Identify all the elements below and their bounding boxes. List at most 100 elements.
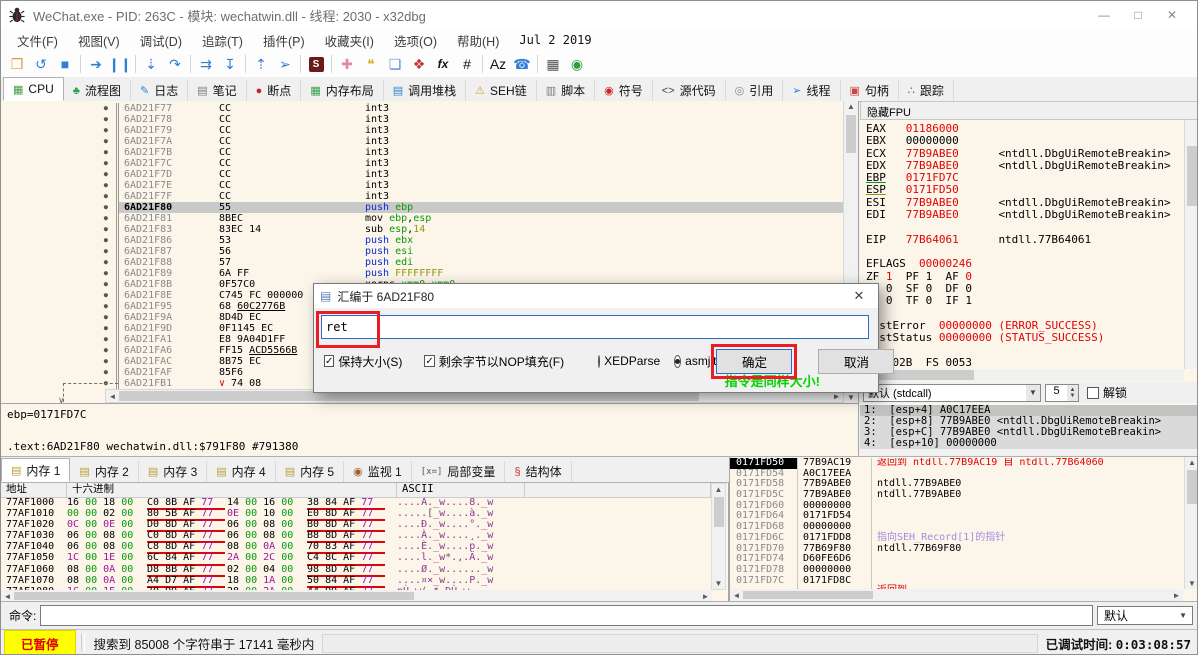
keep-size-checkbox[interactable]: ✓ [324, 355, 334, 367]
disasm-row[interactable]: ●6AD21F818BECmov ebp,esp [1, 213, 843, 224]
breakpoint-dot[interactable]: ● [104, 357, 108, 365]
breakpoint-dot[interactable]: ● [104, 335, 108, 343]
restart-icon[interactable]: ↺ [29, 53, 53, 75]
argument-row[interactable]: 4: [esp+10] 00000000 [860, 438, 1198, 449]
breakpoint-dot[interactable]: ● [104, 181, 108, 189]
tab-breakpoints[interactable]: ●断点 [247, 80, 302, 101]
minimize-button[interactable]: — [1087, 8, 1121, 22]
column-header-address[interactable]: 地址 [1, 483, 67, 497]
tab-call-stack[interactable]: ▤调用堆栈 [384, 80, 466, 101]
command-combo[interactable]: 默认 ▼ [1097, 606, 1193, 625]
disasm-row[interactable]: ●6AD21F8055push ebp [1, 202, 843, 213]
breakpoint-gutter[interactable]: ● [1, 301, 119, 312]
scroll-right-arrow[interactable]: ► [1170, 591, 1183, 600]
disasm-row[interactable]: ●6AD21F7FCCint3 [1, 191, 843, 202]
tab-threads[interactable]: ➢线程 [783, 80, 840, 101]
assembly-input[interactable] [321, 315, 869, 339]
memory-row[interactable]: 77AF106008 00 0A 00D8 8B AF 7702 00 04 0… [1, 564, 711, 575]
memory-row[interactable]: 77AF10501C 00 1E 006C 84 AF 772A 00 2C 0… [1, 552, 711, 563]
tab-script[interactable]: ▥脚本 [537, 80, 595, 101]
tab-handles[interactable]: ▣句柄 [841, 80, 899, 101]
pause-icon[interactable]: ❙❙ [108, 53, 132, 75]
memory-row[interactable]: 77AF101000 00 02 0080 5B AF 770E 00 10 0… [1, 508, 711, 519]
breakpoint-gutter[interactable]: ● [1, 290, 119, 301]
menu-item-6[interactable]: 选项(O) [384, 31, 447, 50]
breakpoint-dot[interactable]: ● [104, 115, 108, 123]
dialog-close-icon[interactable]: ✕ [846, 288, 872, 304]
tab-notes[interactable]: ▤笔记 [188, 80, 246, 101]
stepper-buttons[interactable]: ▲▼ [1067, 385, 1078, 401]
breakpoint-gutter[interactable]: ● [1, 114, 119, 125]
disasm-row[interactable]: ●6AD21F7CCCint3 [1, 158, 843, 169]
breakpoint-gutter[interactable]: ● [1, 136, 119, 147]
breakpoint-gutter[interactable]: ● [1, 279, 119, 290]
menu-item-3[interactable]: 追踪(T) [192, 31, 253, 50]
fill-nop-checkbox[interactable]: ✓ [424, 355, 434, 367]
stop-icon[interactable]: ■ [53, 53, 77, 75]
tab-watch-1[interactable]: ◉监视 1 [344, 461, 412, 482]
memory-row[interactable]: 77AF100016 00 18 00C0 8B AF 7714 00 16 0… [1, 497, 711, 508]
tab-source[interactable]: <>源代码 [653, 80, 726, 101]
breakpoint-gutter[interactable]: ● [1, 103, 119, 114]
breakpoint-gutter[interactable]: ● [1, 191, 119, 202]
menu-item-4[interactable]: 插件(P) [253, 31, 315, 50]
breakpoint-dot[interactable]: ● [104, 214, 108, 222]
breakpoint-gutter[interactable]: ● [1, 224, 119, 235]
breakpoint-gutter[interactable]: ● [1, 345, 119, 356]
breakpoint-gutter[interactable]: ● [1, 147, 119, 158]
tab-dump-3[interactable]: ▤内存 3 [139, 461, 207, 482]
stack-row[interactable]: 0171FD7077B69F80ntdll.77B69F80 [730, 544, 1183, 555]
disasm-row[interactable]: ●6AD21F8857push edi [1, 257, 843, 268]
scroll-thumb[interactable] [743, 591, 873, 599]
breakpoint-dot[interactable]: ● [104, 313, 108, 321]
scroll-left-arrow[interactable]: ◄ [730, 591, 743, 600]
memory-row[interactable]: 77AF103006 00 08 00C0 8D AF 7706 00 08 0… [1, 530, 711, 541]
stack-row[interactable]: 0171FD7C0171FD8C [730, 576, 1183, 587]
breakpoint-dot[interactable]: ● [104, 236, 108, 244]
open-file-icon[interactable]: ❒ [5, 53, 29, 75]
breakpoint-dot[interactable]: ● [104, 225, 108, 233]
breakpoint-dot[interactable]: ● [104, 148, 108, 156]
menu-item-7[interactable]: 帮助(H) [447, 31, 509, 50]
scroll-down-arrow[interactable]: ▼ [844, 393, 858, 402]
stack-row[interactable]: 0171FD640171FD54 [730, 511, 1183, 522]
disasm-row[interactable]: ●6AD21F7ECCint3 [1, 180, 843, 191]
chevron-down-icon[interactable]: ▼ [1179, 611, 1192, 620]
breakpoint-gutter[interactable]: ● [1, 180, 119, 191]
breakpoint-gutter[interactable]: ● [1, 246, 119, 257]
disasm-row[interactable]: ●6AD21F79CCint3 [1, 125, 843, 136]
tab-references[interactable]: ◎引用 [726, 80, 784, 101]
asmjit-radio[interactable] [674, 355, 681, 368]
tab-symbols[interactable]: ◉符号 [595, 80, 653, 101]
breakpoint-gutter[interactable]: ● [1, 334, 119, 345]
stack-row[interactable]: 0171FD5C77B9ABE0ntdll.77B9ABE0 [730, 490, 1183, 501]
disasm-row[interactable]: ●6AD21F7DCCint3 [1, 169, 843, 180]
scroll-down-arrow[interactable]: ▼ [712, 579, 725, 588]
execute-till-return-icon[interactable]: ↧ [218, 53, 242, 75]
memory-row[interactable]: 77AF107008 00 0A 00A4 D7 AF 7718 00 1A 0… [1, 575, 711, 586]
ok-button[interactable]: 确定 [716, 349, 792, 374]
label-icon[interactable]: ❏ [383, 53, 407, 75]
tab-locals[interactable]: [x=]局部变量 [412, 461, 506, 482]
unlock-checkbox[interactable] [1087, 387, 1099, 399]
breakpoint-dot[interactable]: ● [104, 280, 108, 288]
register-line[interactable]: EIP77B64061ntdll.77B64061 [866, 234, 1183, 246]
memory-vscrollbar[interactable]: ▲ ▼ [711, 483, 726, 590]
registers-vscrollbar[interactable] [1184, 120, 1198, 369]
stack-hscrollbar[interactable]: ◄ ► [730, 589, 1183, 601]
disasm-row[interactable]: ●6AD21F77CCint3 [1, 103, 843, 114]
step-into-icon[interactable]: ⇣ [139, 53, 163, 75]
breakpoint-gutter[interactable]: ● [1, 323, 119, 334]
stack-row[interactable]: 0171FD5077B9AC19返回到 ntdll.77B9AC19 自 ntd… [730, 458, 1183, 469]
hash-icon[interactable]: # [455, 53, 479, 75]
menu-item-1[interactable]: 视图(V) [68, 31, 130, 50]
breakpoint-dot[interactable]: ● [104, 269, 108, 277]
scroll-thumb[interactable] [846, 115, 856, 153]
register-line[interactable]: CF 0 TF 0 IF 1 [866, 295, 1183, 307]
hide-fpu-button[interactable]: 隐藏FPU [860, 101, 1198, 120]
scroll-up-arrow[interactable]: ▲ [844, 102, 858, 111]
registers-hscrollbar[interactable] [860, 369, 1184, 381]
bookmark-icon[interactable]: ❖ [407, 53, 431, 75]
stack-row[interactable]: 0171FD6000000000 [730, 501, 1183, 512]
stack-row[interactable]: 0171FD6C0171FDD8指向SEH_Record[1]的指针 [730, 533, 1183, 544]
